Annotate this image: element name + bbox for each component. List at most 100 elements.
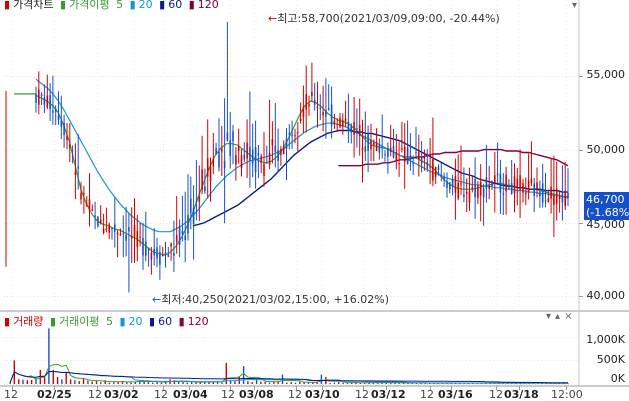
- price-tick-55000: 55,000: [586, 68, 626, 81]
- price-ma-60[interactable]: 60: [168, 0, 182, 11]
- candle-body: [533, 183, 535, 196]
- current-price-badge: 46,700 (-1.68%: [584, 192, 629, 220]
- candle-body: [249, 146, 251, 162]
- candle-body: [460, 183, 462, 185]
- expand-icon[interactable]: ▴: [555, 311, 564, 322]
- candle-body: [432, 159, 434, 181]
- candle-body: [226, 132, 229, 141]
- candle-body: [192, 207, 195, 224]
- candle-body: [128, 227, 130, 232]
- candle-body: [173, 252, 175, 256]
- price-ma-5[interactable]: 5: [116, 0, 123, 11]
- volume-bar: [255, 379, 258, 384]
- volume-panel-controls[interactable]: ▾▴×: [546, 311, 576, 322]
- candle-body: [49, 95, 51, 110]
- price-ma-20[interactable]: 20: [139, 0, 153, 11]
- candle-body: [505, 174, 507, 192]
- price-grid: [4, 0, 583, 390]
- x-tick-label: 12: [88, 388, 102, 401]
- volume-bar: [268, 382, 271, 384]
- volume-ma-5[interactable]: 5: [106, 315, 113, 328]
- candle-body: [280, 148, 282, 155]
- candle-body: [136, 230, 139, 248]
- candle-body: [40, 94, 43, 96]
- volume-bar: [130, 382, 132, 384]
- candle-body: [99, 219, 102, 223]
- close-icon[interactable]: ×: [564, 311, 576, 322]
- volume-ma-20[interactable]: 20: [129, 315, 143, 328]
- candle-body: [251, 149, 254, 164]
- volume-bar: [338, 382, 340, 384]
- candle-body: [465, 191, 468, 195]
- candle-body: [156, 247, 158, 259]
- candle-body: [268, 153, 271, 165]
- volume-bar: [152, 382, 154, 384]
- volume-bar: [69, 379, 72, 384]
- candle-body: [91, 209, 94, 211]
- x-tick-label: 12: [489, 388, 503, 401]
- collapse-icon[interactable]: ▾: [546, 311, 555, 322]
- candle-body: [418, 151, 420, 160]
- ma-line-120: [338, 148, 569, 167]
- volume-ma-60[interactable]: 60: [158, 315, 172, 328]
- candle-body: [558, 195, 561, 199]
- candle-body: [198, 196, 201, 202]
- candle-body: [60, 120, 63, 127]
- x-tick-label: 12: [221, 388, 235, 401]
- chart-canvas[interactable]: [0, 0, 629, 401]
- volume-chart-title: 거래량: [13, 315, 44, 328]
- volume-bar: [160, 382, 163, 384]
- candle-body: [243, 154, 246, 160]
- candle-body: [288, 133, 291, 135]
- candle-body: [147, 247, 150, 251]
- candle-body: [83, 193, 85, 195]
- low-annotation-text: 최저:40,250(2021/03/02,15:00, +16.02%): [161, 293, 389, 306]
- volume-bar: [22, 379, 24, 384]
- candle-body: [350, 126, 353, 133]
- volume-bar: [286, 382, 288, 384]
- candle-body: [85, 203, 88, 206]
- candle-body: [555, 188, 558, 204]
- candle-body: [344, 118, 347, 122]
- candle-body: [74, 171, 77, 176]
- legend-marker: ▮: [4, 0, 11, 11]
- volume-bar: [26, 380, 28, 384]
- price-ma-120[interactable]: 120: [198, 0, 219, 11]
- candle-body: [561, 193, 564, 203]
- candle-body: [449, 182, 451, 190]
- candle-body: [429, 166, 431, 168]
- volume-bar: [186, 382, 188, 384]
- candle-body: [57, 115, 60, 121]
- candle-body: [361, 147, 364, 151]
- candle-body: [443, 176, 445, 180]
- volume-bar: [307, 382, 310, 384]
- volume-bar: [91, 381, 93, 384]
- ma-line-5: [35, 94, 569, 256]
- candle-body: [97, 216, 99, 227]
- candle-body: [342, 120, 344, 127]
- candle-body: [544, 200, 547, 202]
- candle-body: [356, 128, 358, 130]
- candle-body: [401, 148, 403, 150]
- candle-body: [167, 254, 170, 257]
- candle-body: [164, 252, 167, 256]
- arrow-left-icon: ←: [152, 293, 162, 306]
- candle-body: [240, 155, 243, 168]
- candle-body: [291, 135, 293, 137]
- candle-body: [477, 185, 479, 198]
- volume-ma-line-5: [9, 363, 568, 384]
- candle-body: [195, 201, 198, 202]
- candle-body: [274, 145, 277, 153]
- candle-body: [218, 151, 220, 168]
- volume-bar: [56, 376, 59, 384]
- candle-body: [212, 158, 215, 167]
- price-panel-controls[interactable]: ▾: [572, 0, 577, 11]
- candle-body: [69, 144, 71, 148]
- x-tick-label: 12: [288, 388, 302, 401]
- candle-body: [94, 215, 96, 217]
- volume-ma-120[interactable]: 120: [188, 315, 209, 328]
- candle-body: [175, 235, 178, 242]
- volume-bar: [61, 379, 63, 384]
- candle-body: [468, 191, 471, 203]
- collapse-icon[interactable]: ▾: [572, 0, 577, 11]
